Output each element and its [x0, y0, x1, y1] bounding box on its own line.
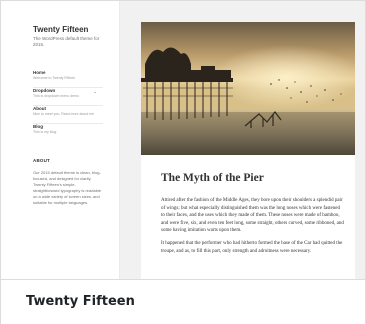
- preview-menu-item-home: Home Welcome to Twenty Fifteen: [33, 70, 103, 87]
- preview-widget-text: Our 2015 default theme is clean, blog-fo…: [33, 170, 102, 205]
- preview-post: The Myth of the Pier Attired after the f…: [141, 22, 355, 279]
- theme-card[interactable]: Twenty Fifteen The WordPress default the…: [0, 0, 366, 324]
- preview-post-paragraph: It happened that the performer who had h…: [161, 240, 343, 254]
- preview-site-title: Twenty Fifteen: [33, 25, 89, 34]
- theme-name-bar[interactable]: Twenty Fifteen: [1, 279, 365, 324]
- preview-menu-item-about: About Nice to meet you. Read more about …: [33, 105, 103, 123]
- preview-site-description: The WordPress default theme for 2015.: [33, 36, 100, 47]
- preview-post-paragraph: Attired after the fashion of the Middle …: [161, 198, 344, 234]
- theme-name: Twenty Fifteen: [26, 294, 135, 309]
- preview-widget-title: ABOUT: [33, 158, 50, 163]
- preview-menu-item-blog: Blog This is my blog: [33, 123, 103, 141]
- pier-hero-image: [141, 22, 355, 155]
- menu-item-description: Nice to meet you. Read more about me: [33, 112, 95, 116]
- chevron-down-icon: ⌄: [93, 89, 97, 94]
- preview-menu: Home Welcome to Twenty Fifteen Dropdown …: [33, 70, 103, 141]
- preview-sidebar: Twenty Fifteen The WordPress default the…: [1, 1, 119, 279]
- menu-item-description: Welcome to Twenty Fifteen: [33, 76, 76, 80]
- menu-item-description: This is my blog: [33, 130, 57, 134]
- theme-screenshot[interactable]: Twenty Fifteen The WordPress default the…: [1, 1, 365, 279]
- preview-menu-item-dropdown: Dropdown This is dropdown menu demo ⌄: [33, 87, 103, 105]
- preview-post-body: Attired after the fashion of the Middle …: [161, 197, 345, 260]
- preview-post-title: The Myth of the Pier: [161, 172, 264, 184]
